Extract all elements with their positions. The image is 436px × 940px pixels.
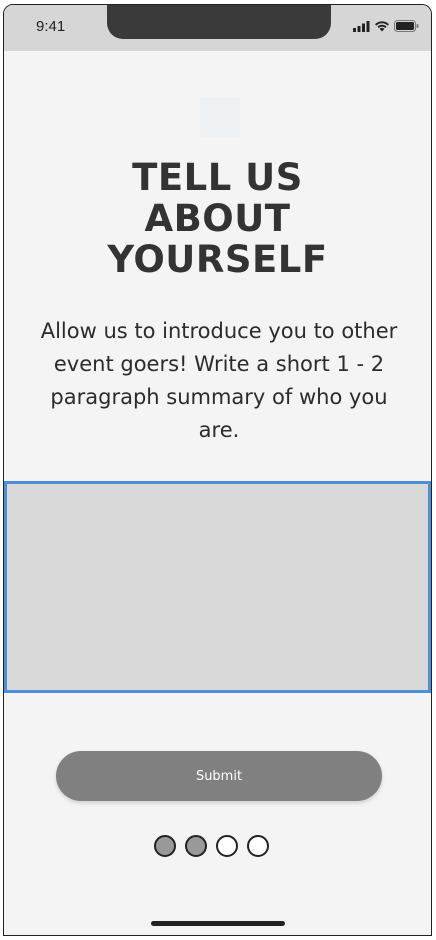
wifi-icon — [374, 19, 390, 37]
step-dot — [185, 835, 207, 857]
step-dot — [216, 835, 238, 857]
summary-input[interactable] — [4, 481, 431, 693]
step-dot — [154, 835, 176, 857]
phone-screen: 9:41 TELL US ABOUT YOURSELF Allow us to … — [3, 4, 432, 936]
intro-description: Allow us to introduce you to other event… — [40, 319, 398, 442]
home-indicator[interactable] — [151, 921, 285, 926]
signal-icon — [353, 19, 370, 37]
device-notch — [107, 5, 331, 39]
status-icons — [353, 19, 419, 37]
status-time: 9:41 — [36, 18, 66, 35]
step-dot — [247, 835, 269, 857]
status-bar: 9:41 — [4, 5, 431, 51]
page-title: TELL US ABOUT YOURSELF — [107, 156, 328, 281]
step-indicator — [154, 835, 269, 857]
battery-icon — [394, 19, 419, 37]
image-placeholder — [200, 97, 240, 137]
submit-button[interactable]: Submit — [56, 751, 382, 801]
